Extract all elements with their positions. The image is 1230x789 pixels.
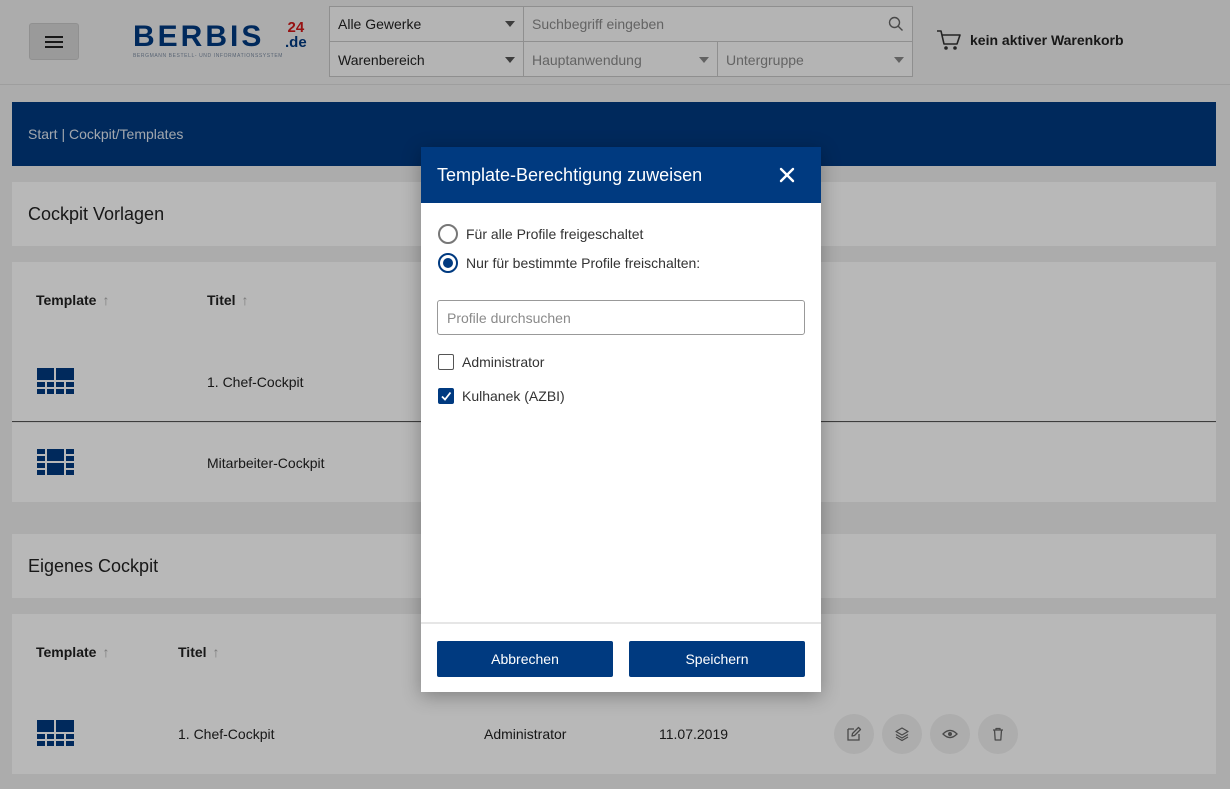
radio-button[interactable] — [438, 253, 458, 273]
checkmark-icon — [441, 391, 452, 401]
profile-search-input[interactable] — [437, 300, 805, 335]
profile-checkbox-administrator[interactable]: Administrator — [438, 354, 544, 370]
radio-label: Nur für bestimmte Profile freischalten: — [466, 255, 701, 271]
checkbox[interactable] — [438, 388, 454, 404]
modal-footer: Abbrechen Speichern — [421, 622, 821, 692]
checkbox[interactable] — [438, 354, 454, 370]
close-icon — [779, 167, 795, 183]
radio-all-profiles[interactable]: Für alle Profile freigeschaltet — [438, 224, 643, 244]
permission-modal: Template-Berechtigung zuweisen Für alle … — [421, 147, 821, 692]
cancel-button[interactable]: Abbrechen — [437, 641, 613, 677]
radio-label: Für alle Profile freigeschaltet — [466, 226, 644, 242]
radio-button[interactable] — [438, 224, 458, 244]
profile-checkbox-kulhanek[interactable]: Kulhanek (AZBI) — [438, 388, 565, 404]
close-button[interactable] — [779, 167, 795, 183]
save-button[interactable]: Speichern — [629, 641, 805, 677]
modal-header: Template-Berechtigung zuweisen — [421, 147, 821, 203]
radio-specific-profiles[interactable]: Nur für bestimmte Profile freischalten: — [438, 253, 700, 273]
profile-label: Administrator — [462, 354, 545, 370]
profile-label: Kulhanek (AZBI) — [462, 388, 565, 404]
modal-title: Template-Berechtigung zuweisen — [437, 164, 703, 185]
